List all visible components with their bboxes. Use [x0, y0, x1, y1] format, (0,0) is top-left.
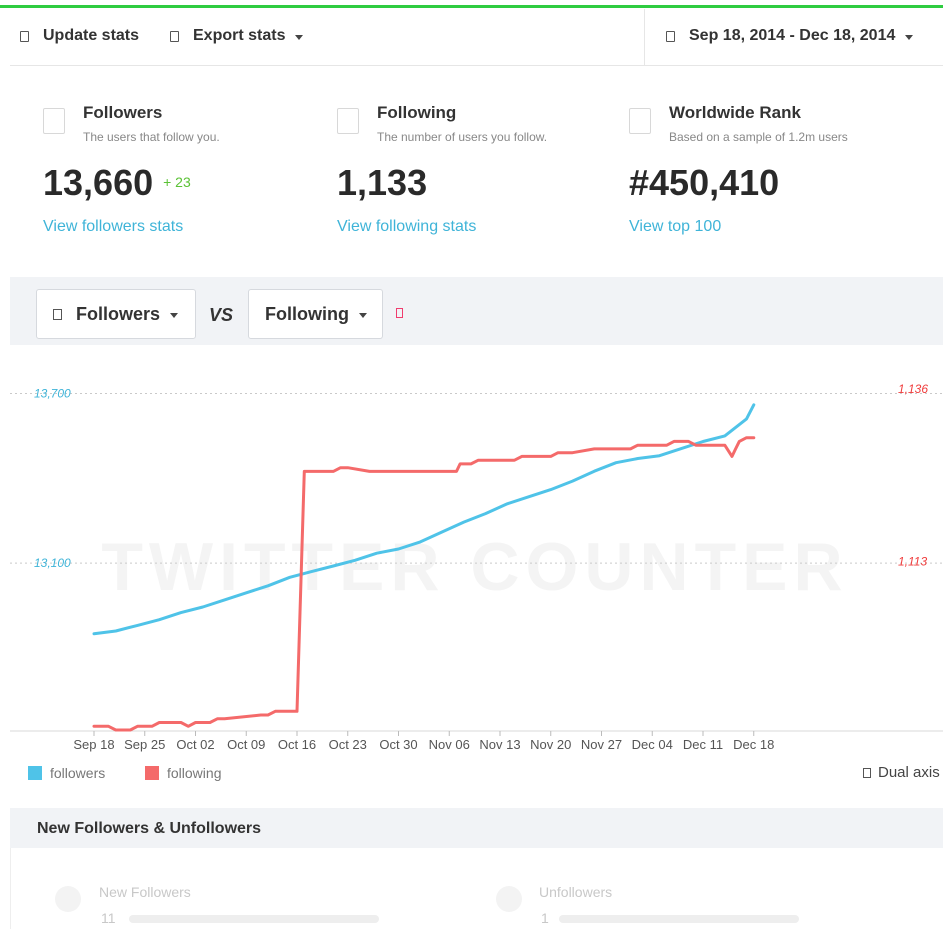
compare-left-label: Followers — [76, 303, 161, 324]
view-following-stats-link[interactable]: View following stats — [337, 218, 476, 236]
compare-right-label: Following — [265, 303, 349, 324]
chevron-down-icon — [358, 312, 367, 318]
vs-label: VS — [209, 305, 234, 325]
right-axis-tick-label: 1,136 — [898, 382, 928, 396]
globe-icon — [629, 108, 651, 134]
x-axis-tick-label: Oct 30 — [379, 737, 417, 752]
chart-svg: TWITTER COUNTER 13,700 13,100 1,136 1,113 Sep… — [10, 382, 943, 752]
legend-followers[interactable]: followers — [28, 765, 105, 781]
followers-value: 13,660 — [43, 162, 154, 203]
legend-followers-label: followers — [50, 765, 106, 781]
unfollowers-label: Unfollowers — [539, 884, 613, 900]
x-axis-tick-label: Nov 20 — [530, 737, 571, 752]
calendar-icon — [666, 30, 675, 42]
comparison-chart: TWITTER COUNTER 13,700 13,100 1,136 1,113 Sep… — [0, 345, 943, 755]
view-followers-stats-link[interactable]: View followers stats — [43, 218, 183, 236]
following-stat: Following The number of users you follow… — [337, 90, 627, 250]
compare-right-dropdown[interactable]: Following — [248, 289, 383, 339]
unfollowers-icon — [496, 886, 522, 912]
legend-following[interactable]: following — [145, 765, 221, 781]
x-axis-tick-label: Dec 04 — [632, 737, 673, 752]
new-followers-value: 11 — [101, 910, 116, 926]
x-axis-tick-label: Sep 25 — [124, 737, 165, 752]
left-axis-tick-label: 13,100 — [34, 556, 71, 570]
unfollowers-bar — [559, 915, 799, 923]
compare-left-dropdown[interactable]: Followers — [36, 289, 196, 339]
x-axis-tick-label: Oct 02 — [176, 737, 214, 752]
rank-subtitle: Based on a sample of 1.2m users — [669, 130, 848, 144]
rank-title: Worldwide Rank — [669, 103, 801, 122]
following-subtitle: The number of users you follow. — [377, 130, 548, 144]
export-stats-label: Export stats — [193, 27, 286, 44]
x-axis-tick-label: Nov 27 — [581, 737, 622, 752]
section-title: New Followers & Unfollowers — [37, 820, 262, 837]
watermark-text: TWITTER COUNTER — [101, 529, 848, 605]
x-axis-tick-label: Nov 06 — [429, 737, 470, 752]
x-axis-tick-label: Dec 11 — [683, 737, 723, 752]
followers-title: Followers — [83, 103, 163, 122]
unfollowers-value: 1 — [541, 910, 549, 926]
worldwide-rank-stat: Worldwide Rank Based on a sample of 1.2m… — [629, 90, 919, 250]
following-value: 1,133 — [337, 162, 428, 203]
toolbar: Update stats Export stats Sep 18, 2014 -… — [10, 9, 943, 66]
dual-axis-label: Dual axis — [878, 764, 940, 781]
followers-delta: + 23 — [163, 174, 191, 190]
export-stats-button[interactable]: Export stats — [170, 27, 304, 45]
new-followers-icon — [55, 886, 81, 912]
x-axis-tick-label: Nov 13 — [479, 737, 520, 752]
chevron-down-icon — [295, 34, 304, 40]
x-axis-tick-label: Oct 16 — [278, 737, 316, 752]
legend-following-label: following — [167, 765, 222, 781]
refresh-icon — [20, 30, 29, 42]
following-swatch — [145, 766, 159, 780]
following-icon — [337, 108, 359, 134]
new-followers-panel: New Followers 11 Unfollowers 1 — [10, 848, 943, 929]
dual-axis-checkbox[interactable]: Dual axis — [863, 764, 940, 781]
rank-value: #450,410 — [629, 162, 780, 203]
followers-subtitle: The users that follow you. — [83, 130, 220, 144]
x-axis-tick-label: Sep 18 — [73, 737, 114, 752]
followers-swatch — [28, 766, 42, 780]
followers-stat: Followers The users that follow you. 13,… — [43, 90, 333, 250]
left-axis-tick-label: 13,700 — [34, 386, 71, 400]
right-axis-tick-label: 1,113 — [898, 554, 927, 568]
toolbar-divider — [644, 9, 645, 66]
followers-icon — [53, 308, 62, 320]
checkbox-icon — [863, 767, 871, 778]
x-axis-tick-label: Dec 18 — [733, 737, 774, 752]
x-axis-tick-label: Oct 09 — [227, 737, 265, 752]
x-axis-tick-label: Oct 23 — [329, 737, 367, 752]
update-stats-label: Update stats — [43, 27, 140, 44]
following-title: Following — [377, 103, 457, 122]
followers-icon — [43, 108, 65, 134]
new-followers-section-header: New Followers & Unfollowers — [10, 808, 943, 848]
compare-bar: Followers VS Following — [10, 277, 943, 345]
top-accent-line — [0, 5, 943, 8]
update-stats-button[interactable]: Update stats — [20, 27, 139, 45]
remove-compare-icon[interactable] — [396, 308, 403, 318]
chevron-down-icon — [905, 34, 914, 40]
followers-count: 13,660 + 23 — [43, 162, 191, 204]
view-top-100-link[interactable]: View top 100 — [629, 218, 721, 236]
export-icon — [170, 30, 179, 42]
new-followers-bar — [129, 915, 379, 923]
chevron-down-icon — [170, 312, 179, 318]
date-range-label: Sep 18, 2014 - Dec 18, 2014 — [689, 27, 896, 44]
date-range-picker[interactable]: Sep 18, 2014 - Dec 18, 2014 — [666, 27, 914, 45]
new-followers-label: New Followers — [99, 884, 191, 900]
